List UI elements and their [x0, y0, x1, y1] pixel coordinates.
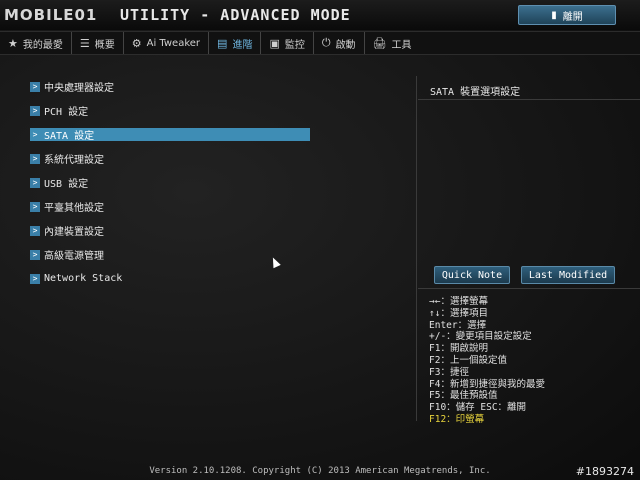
chevron-right-icon: >	[30, 273, 40, 284]
menu-item-label: 中央處理器設定	[44, 83, 114, 94]
tab-label: 工具	[391, 39, 412, 51]
keys-divider	[418, 288, 640, 289]
chevron-right-icon: >	[30, 153, 40, 164]
tab-label: 我的最愛	[22, 39, 63, 51]
logo: MOBILE01	[4, 6, 98, 24]
key-hint: →←：選擇螢幕	[429, 296, 488, 307]
chevron-right-icon: >	[30, 105, 40, 116]
star-icon: ★	[8, 36, 18, 50]
printer-icon: 🖨	[372, 36, 387, 50]
page-title: UTILITY - ADVANCED MODE	[120, 6, 351, 24]
key-hint-print-screen: F12：印螢幕	[429, 413, 485, 425]
menu-item-label: Network Stack	[44, 273, 123, 284]
key-hint: F10：儲存 ESC：離開	[429, 402, 527, 414]
tab-label: 概要	[94, 39, 115, 51]
quick-note-button[interactable]: Quick Note	[434, 266, 510, 284]
key-hint: F4：新增到捷徑與我的最愛	[429, 378, 545, 390]
exit-icon: ▮	[551, 9, 557, 21]
chevron-right-icon: >	[30, 81, 40, 92]
key-hint: F3：捷徑	[429, 366, 469, 378]
menu-item-label: SATA 設定	[44, 131, 95, 142]
exit-button[interactable]: ▮ 離開	[518, 5, 616, 25]
menu-item-label: 內建裝置設定	[44, 227, 104, 238]
chevron-right-icon: >	[30, 249, 40, 260]
menu-item-pch[interactable]: > PCH 設定	[30, 104, 310, 118]
tab-label: 啟動	[335, 39, 356, 51]
watermark: #1893274	[575, 465, 634, 478]
tab-label: Ai Tweaker	[146, 37, 201, 49]
menu-item-label: 系統代理設定	[44, 155, 104, 166]
help-divider	[418, 99, 640, 100]
menu-item-power-management[interactable]: > 高級電源管理	[30, 248, 310, 262]
chevron-right-icon: >	[30, 177, 40, 188]
menu-item-platform-misc[interactable]: > 平臺其他設定	[30, 200, 310, 214]
tab-favorites[interactable]: ★ 我的最愛	[0, 32, 72, 54]
key-hint: ↑↓：選擇項目	[429, 307, 488, 319]
version-footer: Version 2.10.1208. Copyright (C) 2013 Am…	[149, 465, 491, 476]
chevron-right-icon: >	[30, 129, 40, 140]
panel-divider	[416, 76, 417, 421]
menu-item-network-stack[interactable]: > Network Stack	[30, 272, 310, 285]
main-nav: ★ 我的最愛 ☰ 概要 ⚙ Ai Tweaker ▤ 進階 ▣ 監控 ⏻ 啟動 …	[0, 31, 640, 55]
tab-monitor[interactable]: ▣ 監控	[261, 32, 314, 54]
list-icon: ☰	[79, 36, 90, 50]
menu-item-system-agent[interactable]: > 系統代理設定	[30, 152, 310, 166]
chevron-right-icon: >	[30, 201, 40, 212]
menu-item-cpu[interactable]: > 中央處理器設定	[30, 80, 310, 94]
tab-boot[interactable]: ⏻ 啟動	[314, 32, 365, 54]
menu-item-usb[interactable]: > USB 設定	[30, 176, 310, 190]
tab-tool[interactable]: 🖨 工具	[365, 32, 420, 54]
tab-label: 監控	[284, 39, 305, 51]
tweaker-icon: ⚙	[131, 36, 142, 50]
key-hint: F1：開啟說明	[429, 343, 488, 355]
power-icon: ⏻	[321, 36, 331, 49]
chevron-right-icon: >	[30, 225, 40, 236]
last-modified-button[interactable]: Last Modified	[521, 266, 615, 284]
tab-advanced[interactable]: ▤ 進階	[209, 32, 262, 54]
exit-button-label: 離開	[562, 11, 583, 23]
advanced-icon: ▤	[217, 36, 228, 50]
menu-item-sata[interactable]: > SATA 設定	[30, 128, 310, 142]
menu-item-label: 平臺其他設定	[44, 203, 104, 214]
key-hint: F2：上一個設定值	[429, 354, 507, 366]
menu-item-label: USB 設定	[44, 179, 89, 190]
tab-ai-tweaker[interactable]: ⚙ Ai Tweaker	[124, 32, 210, 54]
key-hint: F5：最佳預設值	[429, 390, 498, 402]
help-description: SATA 裝置選項設定	[430, 87, 521, 98]
key-legend: →←：選擇螢幕 ↑↓：選擇項目 Enter：選擇 +/-：變更項目設定設定 F1…	[429, 296, 545, 426]
tab-label: 進階	[232, 39, 253, 51]
menu-item-label: PCH 設定	[44, 107, 89, 118]
settings-menu: > 中央處理器設定 > PCH 設定 > SATA 設定 > 系統代理設定 > …	[30, 80, 310, 296]
key-hint: +/-：變更項目設定設定	[429, 331, 532, 343]
key-hint: Enter：選擇	[429, 319, 487, 331]
tab-main[interactable]: ☰ 概要	[72, 32, 124, 54]
menu-item-label: 高級電源管理	[44, 251, 104, 262]
monitor-icon: ▣	[269, 36, 280, 50]
menu-item-onboard-devices[interactable]: > 內建裝置設定	[30, 224, 310, 238]
header-bar: MOBILE01 UTILITY - ADVANCED MODE ▮ 離開	[0, 0, 640, 30]
